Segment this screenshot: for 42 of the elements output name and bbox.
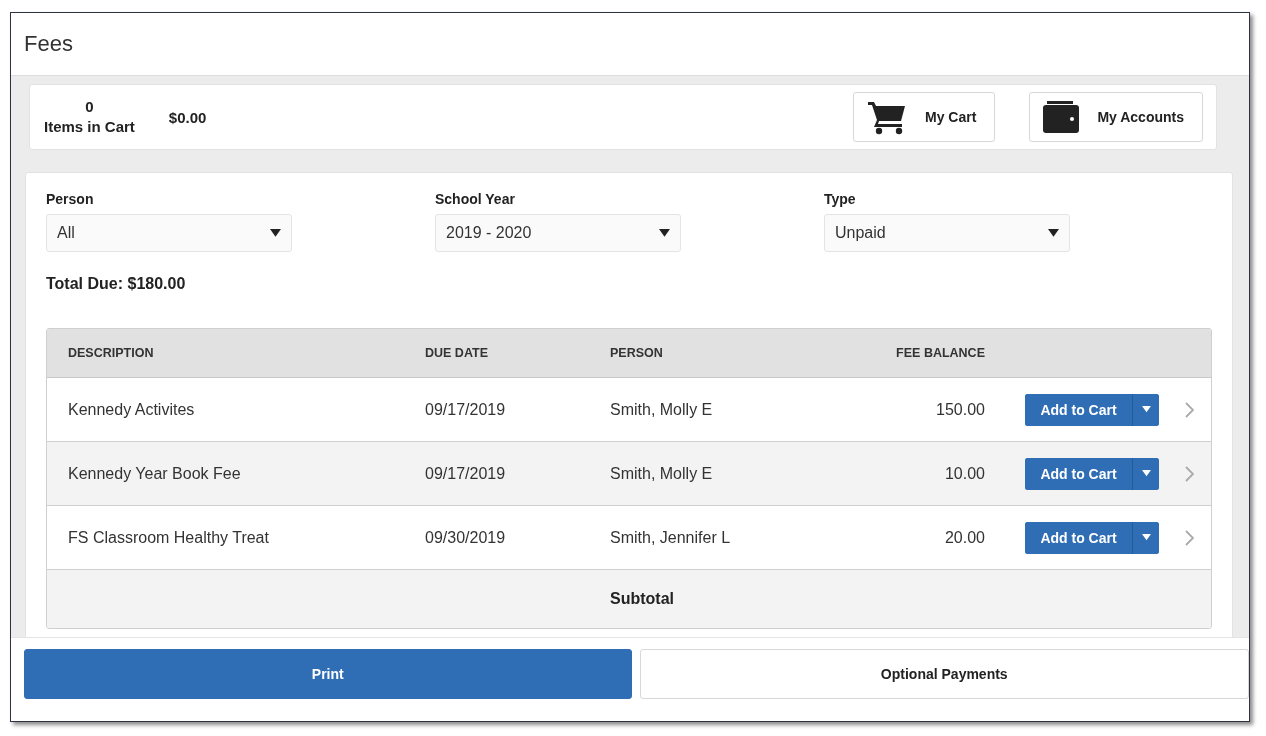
table-cell-text: 20.00	[943, 528, 985, 547]
dropdown-toggle-button[interactable]	[1132, 521, 1159, 554]
table-cell-text: Kennedy Activites	[68, 400, 196, 419]
total-due: Total Due: $180.00	[46, 275, 187, 293]
column-header: FEE BALANCE	[895, 346, 985, 360]
column-header: PERSON	[610, 346, 664, 360]
caret-icon	[659, 229, 670, 237]
optional-payments-button[interactable]: Optional Payments	[639, 649, 1249, 699]
filter-label: School Year	[435, 191, 516, 207]
dropdown-toggle-button[interactable]	[1132, 393, 1159, 426]
window-title: Fees	[24, 31, 73, 57]
filter-dropdown[interactable]: 2019 - 2020	[435, 214, 681, 252]
table-cell-text: 09/17/2019	[425, 464, 507, 483]
filter-label: Type	[824, 191, 857, 207]
filter-dropdown[interactable]: Unpaid	[824, 214, 1070, 252]
cart-total: $0.00	[168, 108, 207, 126]
print-button[interactable]: Print	[24, 649, 632, 699]
table-cell-text: Kennedy Year Book Fee	[68, 464, 242, 483]
my-cart-button[interactable]: My Cart	[853, 92, 996, 142]
subtotal-label: Subtotal	[610, 590, 675, 608]
table-cell-text: FS Classroom Healthy Treat	[68, 528, 270, 547]
wallet-icon	[1043, 101, 1080, 133]
table-cell-text: 09/30/2019	[425, 528, 507, 547]
column-header: DUE DATE	[425, 346, 489, 360]
filter-dropdown[interactable]: All	[46, 214, 292, 252]
caret-icon	[1141, 534, 1151, 541]
items-in-cart-count: 0 Items in Cart	[44, 97, 135, 137]
table-cell-text: Smith, Jennifer L	[610, 528, 732, 547]
table-cell-text: 09/17/2019	[425, 400, 507, 419]
shopping-cart-icon	[867, 99, 908, 135]
column-header: DESCRIPTION	[68, 346, 155, 360]
dropdown-toggle-button[interactable]	[1132, 457, 1159, 490]
my-accounts-button[interactable]: My Accounts	[1029, 92, 1203, 142]
table-cell-text: Smith, Molly E	[610, 464, 714, 483]
caret-icon	[270, 229, 281, 237]
caret-icon	[1141, 406, 1151, 413]
table-cell-text: 10.00	[943, 464, 985, 483]
table-cell-text: 150.00	[935, 400, 985, 419]
caret-icon	[1141, 470, 1151, 477]
caret-icon	[1048, 229, 1059, 237]
filter-label: Person	[46, 191, 95, 207]
table-cell-text: Smith, Molly E	[610, 400, 714, 419]
